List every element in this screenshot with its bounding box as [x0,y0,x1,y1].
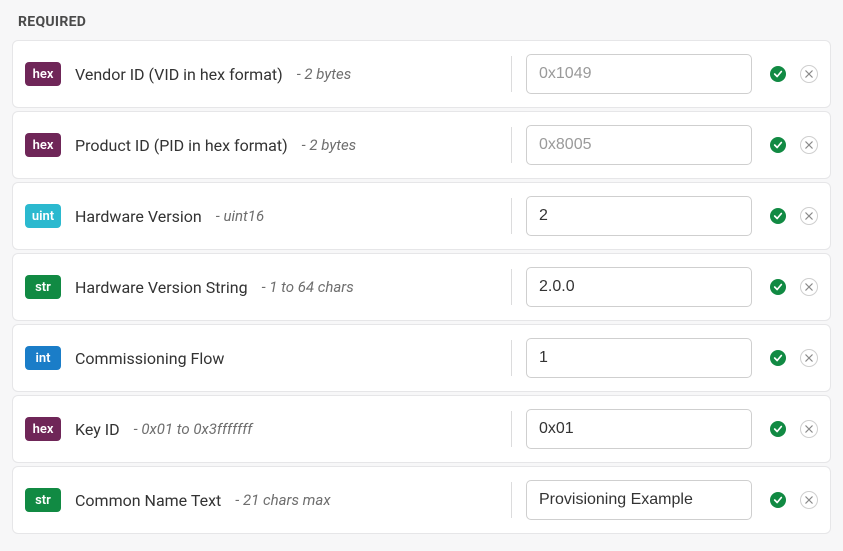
field-row: int Commissioning Flow [12,324,831,392]
field-input[interactable] [526,267,752,307]
field-label: Hardware Version String [75,278,248,297]
divider [511,56,512,92]
field-label: Commissioning Flow [75,349,224,368]
field-input[interactable] [526,338,752,378]
clear-button[interactable] [800,420,818,438]
field-input[interactable] [526,409,752,449]
clear-button[interactable] [800,491,818,509]
valid-icon [770,492,786,508]
field-description: - 1 to 64 chars [262,278,354,296]
section-title: REQUIRED [18,14,831,30]
divider [511,198,512,234]
field-row: hex Key ID - 0x01 to 0x3fffffff [12,395,831,463]
clear-button[interactable] [800,278,818,296]
type-badge: str [25,488,61,512]
field-description: - 2 bytes [297,65,352,83]
valid-icon [770,66,786,82]
field-row: hex Vendor ID (VID in hex format) - 2 byte… [12,40,831,108]
valid-icon [770,208,786,224]
clear-button[interactable] [800,65,818,83]
clear-button[interactable] [800,136,818,154]
clear-button[interactable] [800,349,818,367]
valid-icon [770,350,786,366]
field-row: str Hardware Version String - 1 to 64 char… [12,253,831,321]
field-input[interactable] [526,480,752,520]
field-description: - 21 chars max [235,491,330,509]
field-input[interactable] [526,54,752,94]
field-label: Common Name Text [75,491,221,510]
field-input[interactable] [526,196,752,236]
field-label: Key ID [75,420,120,439]
field-description: - 0x01 to 0x3fffffff [134,420,253,438]
field-label: Product ID (PID in hex format) [75,136,288,155]
field-input[interactable] [526,125,752,165]
type-badge: hex [25,62,61,86]
divider [511,127,512,163]
valid-icon [770,279,786,295]
divider [511,482,512,518]
field-row: hex Product ID (PID in hex format) - 2 byt… [12,111,831,179]
type-badge: int [25,346,61,370]
type-badge: str [25,275,61,299]
field-row: uint Hardware Version - uint16 [12,182,831,250]
field-row: str Common Name Text - 21 chars max [12,466,831,534]
type-badge: hex [25,133,61,157]
type-badge: uint [25,204,61,228]
field-description: - uint16 [216,207,264,225]
divider [511,411,512,447]
clear-button[interactable] [800,207,818,225]
divider [511,269,512,305]
field-label: Vendor ID (VID in hex format) [75,65,283,84]
type-badge: hex [25,417,61,441]
field-label: Hardware Version [75,207,202,226]
divider [511,340,512,376]
field-description: - 2 bytes [302,136,357,154]
valid-icon [770,137,786,153]
valid-icon [770,421,786,437]
